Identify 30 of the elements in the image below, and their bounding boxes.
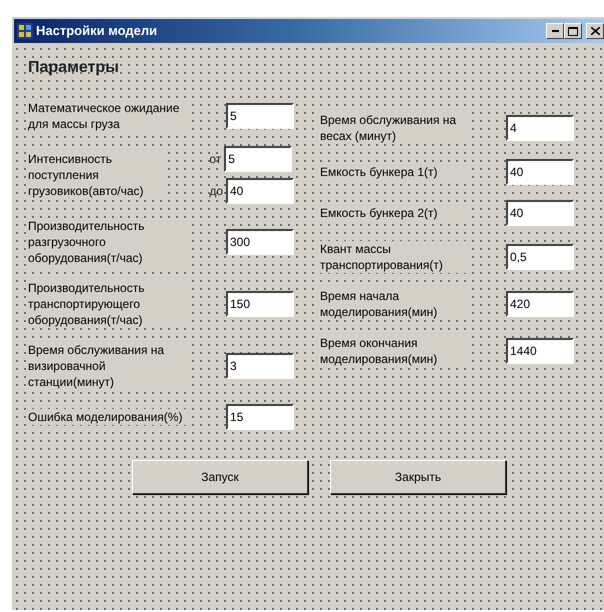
close-icon xyxy=(590,27,600,35)
input-field[interactable]: 1440 xyxy=(506,338,574,364)
form-button[interactable]: Запуск xyxy=(132,460,308,494)
input-field[interactable]: 5 xyxy=(226,103,294,129)
app-icon xyxy=(17,23,33,39)
field-label: Производительность транспортирующего оборудования(т/час) xyxy=(28,280,188,328)
maximize-button[interactable] xyxy=(564,23,582,39)
input-field[interactable]: 40 xyxy=(226,178,294,204)
input-field[interactable]: 3 xyxy=(226,353,294,379)
input-field[interactable]: 300 xyxy=(226,229,294,255)
form-button[interactable]: Закрыть xyxy=(330,460,506,494)
close-button[interactable] xyxy=(586,23,604,39)
input-field[interactable]: 150 xyxy=(226,291,294,317)
input-field[interactable]: 4 xyxy=(506,115,574,141)
input-field[interactable]: 5 xyxy=(224,146,292,172)
window-title: Настройки модели xyxy=(36,22,158,40)
input-field[interactable]: 420 xyxy=(506,291,574,317)
field-label: Ошибка моделирования(%) xyxy=(28,409,188,425)
range-label: до xyxy=(209,183,223,200)
input-field[interactable]: 15 xyxy=(226,404,294,430)
maximize-icon xyxy=(568,26,578,36)
minimize-icon xyxy=(552,30,558,32)
minimize-button[interactable] xyxy=(546,23,564,39)
field-label: Интенсивность поступления грузовиков(авто/час) xyxy=(28,151,163,199)
input-field[interactable]: 40 xyxy=(506,200,574,226)
range-label: от xyxy=(209,151,222,168)
input-field[interactable]: 40 xyxy=(506,159,574,185)
input-field[interactable]: 0,5 xyxy=(506,244,574,270)
section-heading: Параметры xyxy=(27,58,120,78)
field-label: Время обслуживания на визировачной станции(минут) xyxy=(28,342,188,390)
